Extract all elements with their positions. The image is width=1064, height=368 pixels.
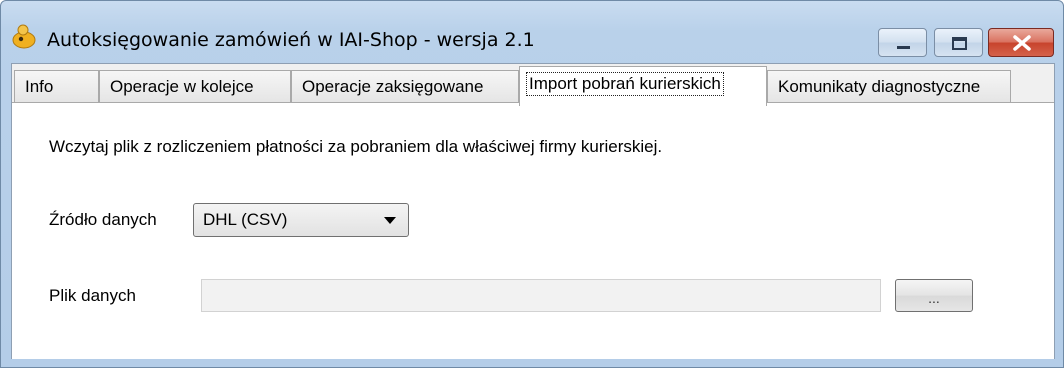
chevron-down-icon [384,217,396,224]
minimize-button[interactable] [878,28,927,57]
tab-strip: Info Operacje w kolejce Operacje zaksięg… [12,66,1056,106]
minimize-icon [897,46,910,49]
import-panel: Wczytaj plik z rozliczeniem płatności za… [12,102,1054,359]
tab-operacje-w-kolejce[interactable]: Operacje w kolejce [99,70,291,104]
maximize-button[interactable] [934,28,983,57]
app-window: Autoksięgowanie zamówień w IAI-Shop - we… [0,0,1064,368]
tab-komunikaty-diagnostyczne[interactable]: Komunikaty diagnostyczne [767,70,1011,104]
tab-label: Operacje zaksięgowane [302,77,484,96]
source-dropdown[interactable]: DHL (CSV) [193,203,409,237]
title-bar[interactable]: Autoksięgowanie zamówień w IAI-Shop - we… [1,1,1063,61]
browse-button[interactable]: ... [895,279,973,312]
file-label: Plik danych [49,286,136,305]
maximize-icon [952,37,967,50]
file-path-field[interactable] [201,279,881,312]
panel-description: Wczytaj plik z rozliczeniem płatności za… [49,137,663,156]
source-label: Źródło danych [49,210,157,229]
source-dropdown-value: DHL (CSV) [203,210,288,229]
tab-info[interactable]: Info [14,70,99,104]
close-button[interactable] [988,28,1054,57]
tab-label: Import pobrań kurierskich [526,72,724,96]
tab-operacje-zaksiegowane[interactable]: Operacje zaksięgowane [291,70,519,104]
window-title: Autoksięgowanie zamówień w IAI-Shop - we… [47,29,535,51]
tab-label: Info [25,77,54,96]
app-icon [11,23,37,49]
tab-label: Operacje w kolejce [110,77,254,96]
tab-label: Komunikaty diagnostyczne [778,77,981,96]
tab-import-pobran-kurierskich[interactable]: Import pobrań kurierskich [519,66,767,106]
tab-control: Info Operacje w kolejce Operacje zaksięg… [11,63,1055,359]
close-icon [1013,35,1031,51]
